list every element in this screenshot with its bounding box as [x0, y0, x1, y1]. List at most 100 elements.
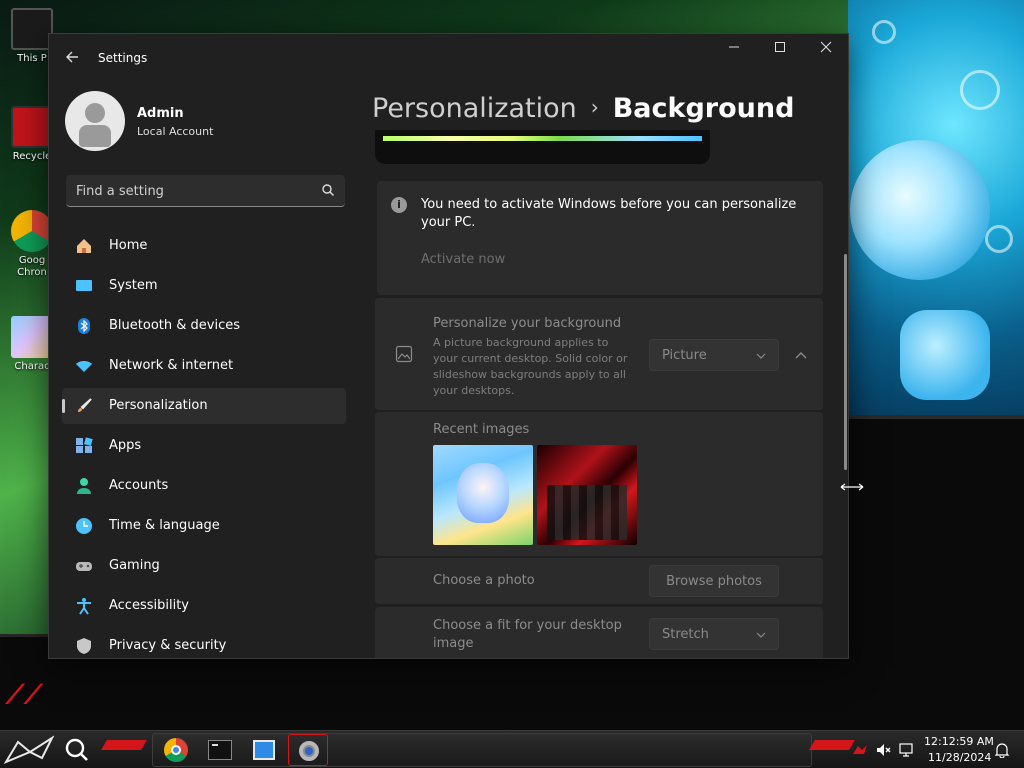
search-box[interactable]: [66, 175, 345, 207]
notification-bell-icon[interactable]: [994, 742, 1010, 758]
image-icon: [395, 345, 413, 363]
network-icon: [76, 361, 92, 372]
dropdown-value: Stretch: [662, 627, 709, 642]
close-icon: [820, 41, 832, 53]
taskbar-app-settings[interactable]: [288, 734, 328, 766]
sidebar-item-system[interactable]: System: [62, 268, 346, 304]
sidebar-item-label: Accounts: [109, 478, 169, 493]
browse-photos-button[interactable]: Browse photos: [649, 565, 779, 597]
settings-icon: [299, 741, 319, 761]
breadcrumb: Personalization › Background: [372, 93, 794, 124]
sidebar-item-accessibility[interactable]: Accessibility: [62, 588, 346, 624]
breadcrumb-parent[interactable]: Personalization: [372, 93, 577, 124]
wallpaper-art: [900, 310, 990, 400]
dropdown-value: Picture: [662, 348, 707, 363]
sidebar-item-network[interactable]: Network & internet: [62, 348, 346, 384]
network-tray-icon[interactable]: [898, 742, 914, 758]
recent-images-title: Recent images: [433, 422, 530, 437]
system-icon: [76, 280, 92, 291]
sidebar-item-label: Time & language: [109, 518, 220, 533]
sidebar-item-label: Home: [109, 238, 148, 253]
choose-photo-card: Choose a photo Browse photos: [375, 558, 823, 604]
wallpaper-art: [850, 140, 990, 280]
sidebar-item-gaming[interactable]: Gaming: [62, 548, 346, 584]
maximize-button[interactable]: [757, 34, 803, 66]
search-input[interactable]: [76, 181, 316, 201]
chevron-down-icon: [756, 353, 766, 359]
wallpaper-art: [872, 20, 896, 44]
wallpaper-art: [985, 225, 1013, 253]
activate-now-link[interactable]: Activate now: [421, 252, 505, 267]
computer-icon: [11, 8, 53, 50]
chevron-right-icon: ›: [590, 95, 599, 119]
sidebar-item-label: Accessibility: [109, 598, 189, 613]
recent-image-thumbnail[interactable]: [537, 445, 637, 545]
wallpaper-art: [960, 70, 1000, 110]
title-bar[interactable]: Settings: [49, 34, 848, 82]
chrome-icon: [164, 738, 188, 762]
sidebar-item-accounts[interactable]: Accounts: [62, 468, 346, 504]
decorative-accent: [809, 740, 855, 750]
sidebar-nav: Home System Bluetooth & devices Network …: [62, 228, 346, 658]
start-button[interactable]: [4, 734, 54, 766]
back-button[interactable]: [59, 46, 85, 72]
choose-fit-card: Choose a fit for your desktop image Stre…: [375, 607, 823, 658]
recycle-bin-icon: [11, 106, 53, 148]
page-title: Background: [612, 93, 795, 124]
profile-name: Admin: [137, 106, 184, 121]
gaming-icon: [76, 562, 92, 571]
image-file-icon: [11, 316, 53, 358]
clock-date[interactable]: 11/28/2024: [928, 751, 991, 764]
taskbar-app-explorer[interactable]: [244, 734, 284, 766]
recent-images-card: Recent images: [375, 412, 823, 556]
terminal-icon: [208, 740, 232, 760]
user-icon: [79, 125, 111, 147]
sidebar-item-label: Apps: [109, 438, 142, 453]
personalize-background-title: Personalize your background: [433, 316, 622, 331]
user-icon: [85, 103, 105, 123]
profile-account-type: Local Account: [137, 125, 214, 138]
taskbar-app-terminal[interactable]: [200, 734, 240, 766]
preview-wallpaper: [383, 136, 702, 141]
sidebar-item-label: Network & internet: [109, 358, 234, 373]
decorative-accent: [101, 740, 147, 750]
sidebar-item-label: Personalization: [109, 398, 208, 413]
taskbar-app-chrome[interactable]: [156, 734, 196, 766]
taskbar: 12:12:59 AM 11/28/2024: [0, 730, 1024, 768]
sidebar-item-time-language[interactable]: Time & language: [62, 508, 346, 544]
sidebar-item-personalization[interactable]: Personalization: [62, 388, 346, 424]
fit-dropdown[interactable]: Stretch: [649, 618, 779, 650]
sidebar-item-home[interactable]: Home: [62, 228, 346, 264]
sidebar-item-label: Bluetooth & devices: [109, 318, 240, 333]
app-title: Settings: [98, 51, 148, 65]
chrome-icon: [11, 210, 53, 252]
scrollbar[interactable]: [844, 254, 847, 470]
accessibility-icon: [77, 598, 91, 615]
taskbar-search-icon[interactable]: [64, 737, 90, 763]
background-type-dropdown[interactable]: Picture: [649, 339, 779, 371]
bluetooth-icon: [78, 318, 90, 334]
privacy-icon: [77, 638, 91, 654]
sidebar-item-privacy[interactable]: Privacy & security: [62, 628, 346, 658]
close-button[interactable]: [803, 34, 848, 66]
rog-tray-icon[interactable]: [852, 742, 868, 758]
volume-muted-icon[interactable]: [876, 742, 892, 758]
arrow-left-icon: [66, 51, 78, 63]
chevron-up-icon[interactable]: [794, 350, 808, 360]
sidebar-item-bluetooth[interactable]: Bluetooth & devices: [62, 308, 346, 344]
desktop-preview: [375, 130, 710, 164]
avatar[interactable]: [65, 91, 125, 151]
personalize-background-description: A picture background applies to your cur…: [433, 336, 628, 397]
explorer-icon: [253, 740, 275, 760]
search-icon[interactable]: [321, 183, 335, 197]
minimize-button[interactable]: [711, 34, 757, 66]
settings-window: Settings Admin Local Account Home System: [48, 33, 849, 659]
sidebar-item-apps[interactable]: Apps: [62, 428, 346, 464]
clock-time[interactable]: 12:12:59 AM: [924, 735, 994, 748]
rog-logo-icon: ⟋⟋: [6, 680, 43, 710]
home-icon: [77, 239, 91, 253]
sidebar-item-label: System: [109, 278, 158, 293]
recent-image-thumbnail[interactable]: [433, 445, 533, 545]
chevron-down-icon: [756, 632, 766, 638]
time-language-icon: [76, 518, 92, 534]
